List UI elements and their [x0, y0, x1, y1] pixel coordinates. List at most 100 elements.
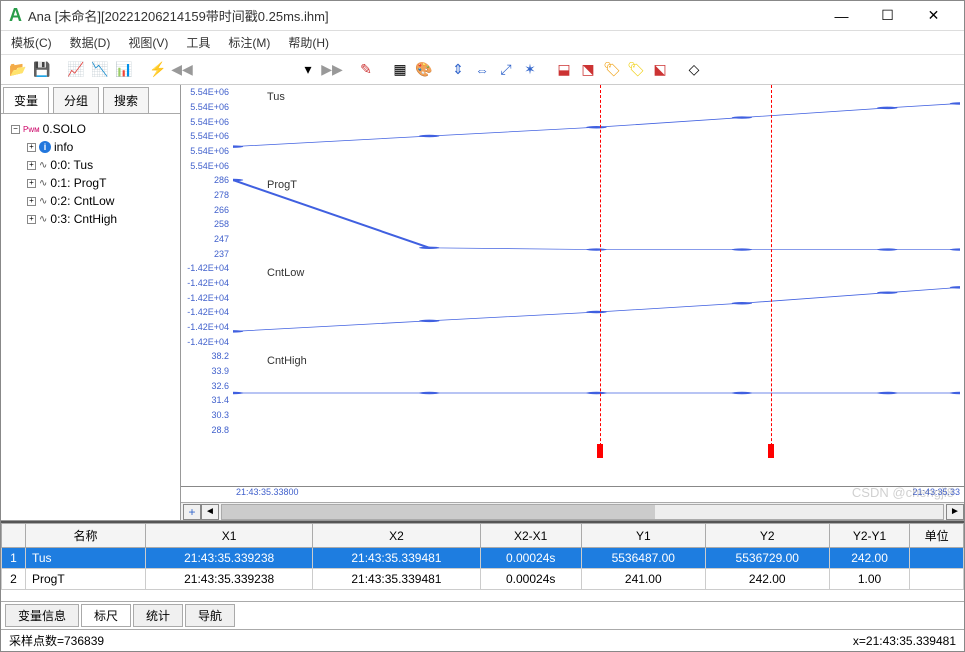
scroll-right-button[interactable]: ► [946, 504, 964, 520]
tab-varinfo[interactable]: 变量信息 [5, 604, 79, 627]
cursor1-icon[interactable]: ⬓ [553, 59, 575, 81]
palette-icon[interactable]: 🎨 [413, 59, 435, 81]
add-plot-button[interactable]: + [183, 504, 201, 520]
menu-tools[interactable]: 工具 [186, 34, 210, 51]
wave-icon: ∿ [39, 178, 47, 189]
expand-icon[interactable]: + [27, 161, 36, 170]
variable-tree[interactable]: − Pᴡᴍ 0.SOLO + i info + ∿ 0:0: Tus + ∿ 0… [1, 114, 180, 520]
window-title: Ana [未命名][20221206214159带时间戳0.25ms.ihm] [28, 6, 819, 25]
tree-item-cntlow[interactable]: + ∿ 0:2: CntLow [5, 192, 176, 210]
refresh-icon[interactable]: ⚡ [147, 59, 169, 81]
title-bar: A Ana [未命名][20221206214159带时间戳0.25ms.ihm… [1, 1, 964, 31]
expand-icon[interactable]: + [27, 215, 36, 224]
tab-variables[interactable]: 变量 [3, 87, 49, 113]
tree-item-info[interactable]: + i info [5, 138, 176, 156]
col-header[interactable]: X1 [146, 524, 313, 548]
collapse-icon[interactable]: − [11, 125, 20, 134]
plot-area: 5.54E+065.54E+065.54E+065.54E+065.54E+06… [181, 85, 964, 520]
col-header[interactable]: Y2-Y1 [829, 524, 910, 548]
tag2-icon[interactable]: 🏷 [625, 59, 647, 81]
tree-item-progt[interactable]: + ∿ 0:1: ProgT [5, 174, 176, 192]
open-icon[interactable]: 📂 [7, 59, 29, 81]
col-header[interactable]: X2 [313, 524, 480, 548]
series-label: Tus [267, 91, 285, 103]
cursor-table[interactable]: 名称X1X2X2-X1Y1Y2Y2-Y1单位 1Tus21:43:35.3392… [1, 523, 964, 601]
zoom-in-icon[interactable]: ⤢ [495, 59, 517, 81]
chart3-icon[interactable]: 📊 [113, 59, 135, 81]
x-axis: 21:43:35.33800 21:43:35.33 [181, 486, 964, 502]
scroll-left-button[interactable]: ◄ [201, 504, 219, 520]
edit-icon[interactable]: ✎ [355, 59, 377, 81]
chart-tus[interactable]: 5.54E+065.54E+065.54E+065.54E+065.54E+06… [181, 85, 964, 173]
menu-view[interactable]: 视图(V) [128, 34, 168, 51]
col-header[interactable]: 单位 [910, 524, 964, 548]
expand-icon[interactable]: + [27, 179, 36, 188]
sidebar: 变量 分组 搜索 − Pᴡᴍ 0.SOLO + i info + ∿ 0:0: … [1, 85, 181, 520]
col-header[interactable]: X2-X1 [480, 524, 581, 548]
chart2-icon[interactable]: 📉 [89, 59, 111, 81]
tab-ruler[interactable]: 标尺 [81, 604, 131, 627]
menu-help[interactable]: 帮助(H) [288, 34, 329, 51]
tab-groups[interactable]: 分组 [53, 87, 99, 113]
erase-icon[interactable]: ◇ [683, 59, 705, 81]
tab-stats[interactable]: 统计 [133, 604, 183, 627]
forward-icon[interactable]: ▶▶ [321, 59, 343, 81]
bottom-panel: 名称X1X2X2-X1Y1Y2Y2-Y1单位 1Tus21:43:35.3392… [1, 521, 964, 629]
grid-icon[interactable]: ▦ [389, 59, 411, 81]
maximize-button[interactable]: ☐ [865, 2, 910, 30]
fit-h-icon[interactable]: ⇔ [471, 59, 493, 81]
wave-icon: ∿ [39, 196, 47, 207]
cursor-marker-1[interactable] [597, 444, 603, 458]
menu-data[interactable]: 数据(D) [70, 34, 111, 51]
wave-icon: ∿ [39, 214, 47, 225]
tree-item-cnthigh[interactable]: + ∿ 0:3: CntHigh [5, 210, 176, 228]
plots-container[interactable]: 5.54E+065.54E+065.54E+065.54E+065.54E+06… [181, 85, 964, 486]
menu-annotate[interactable]: 标注(M) [228, 34, 270, 51]
col-header[interactable]: Y1 [581, 524, 705, 548]
toolbar: 📂 💾 📈 📉 📊 ⚡ ◀◀ ▾ ▶▶ ✎ ▦ 🎨 ⇕ ⇔ ⤢ ✶ ⬓ ⬔ 🏷 … [1, 55, 964, 85]
series-label: CntLow [267, 267, 304, 279]
series-label: CntHigh [267, 355, 307, 367]
status-right: x=21:43:35.339481 [853, 634, 956, 648]
table-row[interactable]: 1Tus21:43:35.33923821:43:35.3394810.0002… [2, 548, 964, 569]
horizontal-scrollbar[interactable]: + ◄ ► [181, 502, 964, 520]
dropdown-icon[interactable]: ▾ [297, 59, 319, 81]
close-button[interactable]: ✕ [911, 2, 956, 30]
chart-cnthigh[interactable]: 38.233.932.631.430.328.8CntHigh [181, 349, 964, 437]
info-icon: i [39, 141, 51, 153]
tree-item-tus[interactable]: + ∿ 0:0: Tus [5, 156, 176, 174]
chart1-icon[interactable]: 📈 [65, 59, 87, 81]
menu-bar: 模板(C) 数据(D) 视图(V) 工具 标注(M) 帮助(H) [1, 31, 964, 55]
marker-icon[interactable]: ⬕ [649, 59, 671, 81]
minimize-button[interactable]: — [819, 2, 864, 30]
scroll-thumb[interactable] [222, 505, 655, 519]
tab-nav[interactable]: 导航 [185, 604, 235, 627]
series-label: ProgT [267, 179, 297, 191]
tag1-icon[interactable]: 🏷 [601, 59, 623, 81]
col-header[interactable]: 名称 [26, 524, 146, 548]
scroll-track[interactable] [221, 504, 944, 520]
tree-root[interactable]: − Pᴡᴍ 0.SOLO [5, 120, 176, 138]
app-logo: A [9, 5, 22, 26]
col-header[interactable] [2, 524, 26, 548]
cursor-marker-2[interactable] [768, 444, 774, 458]
status-left: 采样点数=736839 [9, 632, 104, 649]
menu-template[interactable]: 模板(C) [11, 34, 52, 51]
rewind-icon[interactable]: ◀◀ [171, 59, 193, 81]
tab-search[interactable]: 搜索 [103, 87, 149, 113]
wave-icon: ∿ [39, 160, 47, 171]
status-bar: 采样点数=736839 x=21:43:35.339481 [1, 629, 964, 651]
col-header[interactable]: Y2 [705, 524, 829, 548]
expand-icon[interactable]: + [27, 143, 36, 152]
chart-cntlow[interactable]: -1.42E+04-1.42E+04-1.42E+04-1.42E+04-1.4… [181, 261, 964, 349]
save-icon[interactable]: 💾 [31, 59, 53, 81]
table-row[interactable]: 2ProgT21:43:35.33923821:43:35.3394810.00… [2, 569, 964, 590]
chart-progt[interactable]: 286278266258247237ProgT [181, 173, 964, 261]
fit-v-icon[interactable]: ⇕ [447, 59, 469, 81]
tree-root-label: 0.SOLO [43, 122, 86, 136]
zoom-out-icon[interactable]: ✶ [519, 59, 541, 81]
cursor-c2[interactable] [771, 85, 772, 456]
cursor2-icon[interactable]: ⬔ [577, 59, 599, 81]
cursor-c1[interactable] [600, 85, 601, 456]
expand-icon[interactable]: + [27, 197, 36, 206]
